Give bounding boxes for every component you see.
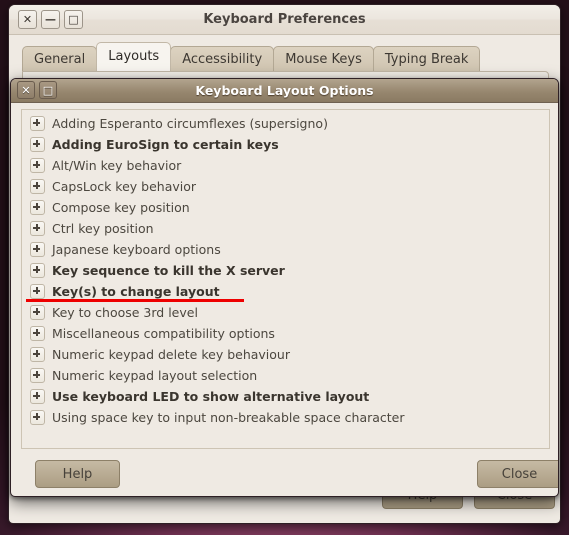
option-label: Alt/Win key behavior [52, 158, 182, 173]
expander-plus-icon[interactable] [30, 389, 45, 404]
expander-plus-icon[interactable] [30, 284, 45, 299]
dialog-action-bar: Help Close [11, 448, 558, 496]
option-label: Use keyboard LED to show alternative lay… [52, 389, 370, 404]
option-label: Adding Esperanto circumflexes (supersign… [52, 116, 328, 131]
option-label: Using space key to input non-breakable s… [52, 410, 405, 425]
expander-plus-icon[interactable] [30, 221, 45, 236]
tab-layouts[interactable]: Layouts [96, 42, 172, 71]
option-label: Key to choose 3rd level [52, 305, 198, 320]
expander-plus-icon[interactable] [30, 158, 45, 173]
expander-plus-icon[interactable] [30, 326, 45, 341]
option-label: CapsLock key behavior [52, 179, 197, 194]
option-row[interactable]: Alt/Win key behavior [22, 155, 549, 176]
option-row[interactable]: Ctrl key position [22, 218, 549, 239]
option-label: Key sequence to kill the X server [52, 263, 285, 278]
option-row[interactable]: Use keyboard LED to show alternative lay… [22, 386, 549, 407]
option-row[interactable]: Using space key to input non-breakable s… [22, 407, 549, 428]
expander-plus-icon[interactable] [30, 200, 45, 215]
dialog-titlebar: ✕ □ Keyboard Layout Options [11, 79, 558, 103]
expander-plus-icon[interactable] [30, 347, 45, 362]
tab-typing-break[interactable]: Typing Break [372, 46, 481, 71]
expander-plus-icon[interactable] [30, 368, 45, 383]
close-button[interactable]: Close [477, 460, 558, 488]
tab-bar: General Layouts Accessibility Mouse Keys… [22, 42, 481, 71]
option-row[interactable]: CapsLock key behavior [22, 176, 549, 197]
expander-plus-icon[interactable] [30, 410, 45, 425]
red-underline-annotation [26, 299, 244, 302]
option-row[interactable]: Miscellaneous compatibility options [22, 323, 549, 344]
option-row[interactable]: Key to choose 3rd level [22, 302, 549, 323]
expander-plus-icon[interactable] [30, 242, 45, 257]
expander-plus-icon[interactable] [30, 137, 45, 152]
expander-plus-icon[interactable] [30, 116, 45, 131]
option-label: Miscellaneous compatibility options [52, 326, 275, 341]
option-label: Numeric keypad layout selection [52, 368, 258, 383]
option-label: Compose key position [52, 200, 190, 215]
expander-plus-icon[interactable] [30, 179, 45, 194]
keyboard-options-list[interactable]: Adding Esperanto circumflexes (supersign… [22, 110, 549, 428]
parent-titlebar: ✕ — □ Keyboard Preferences [9, 5, 560, 35]
keyboard-layout-options-dialog: ✕ □ Keyboard Layout Options Adding Esper… [10, 78, 559, 497]
option-row[interactable]: Adding Esperanto circumflexes (supersign… [22, 113, 549, 134]
option-label: Japanese keyboard options [52, 242, 221, 257]
tab-general[interactable]: General [22, 46, 98, 71]
help-button[interactable]: Help [35, 460, 120, 488]
dialog-title: Keyboard Layout Options [195, 83, 374, 98]
option-row[interactable]: Key(s) to change layout [22, 281, 549, 302]
option-label: Numeric keypad delete key behaviour [52, 347, 290, 362]
tab-accessibility[interactable]: Accessibility [170, 46, 275, 71]
expander-plus-icon[interactable] [30, 263, 45, 278]
option-row[interactable]: Japanese keyboard options [22, 239, 549, 260]
option-label: Key(s) to change layout [52, 284, 220, 299]
option-label: Ctrl key position [52, 221, 154, 236]
tab-mouse-keys[interactable]: Mouse Keys [273, 46, 374, 71]
option-row[interactable]: Numeric keypad layout selection [22, 365, 549, 386]
option-row[interactable]: Adding EuroSign to certain keys [22, 134, 549, 155]
option-row[interactable]: Compose key position [22, 197, 549, 218]
expander-plus-icon[interactable] [30, 305, 45, 320]
options-list-frame: Adding Esperanto circumflexes (supersign… [21, 109, 550, 449]
option-row[interactable]: Key sequence to kill the X server [22, 260, 549, 281]
parent-window-title: Keyboard Preferences [203, 12, 366, 27]
option-label: Adding EuroSign to certain keys [52, 137, 279, 152]
desktop-background: ✕ — □ Keyboard Preferences General Layou… [0, 0, 569, 535]
option-row[interactable]: Numeric keypad delete key behaviour [22, 344, 549, 365]
